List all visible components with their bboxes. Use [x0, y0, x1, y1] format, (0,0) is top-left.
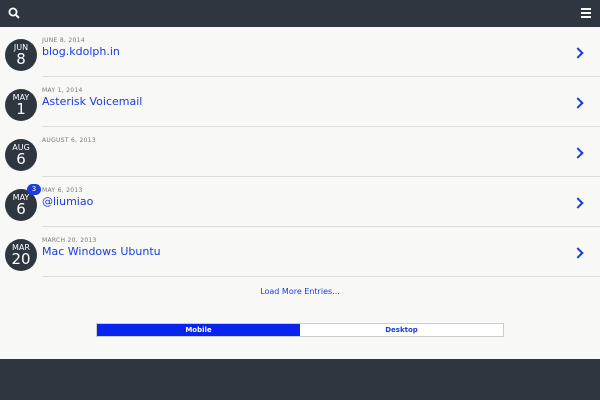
entry-date: MAY 1, 2014 [42, 87, 83, 94]
entry-title-link[interactable]: blog.kdolph.in [42, 45, 120, 58]
date-day: 1 [16, 100, 26, 118]
date-day: 6 [16, 200, 26, 218]
list-item[interactable]: MAR 20 MARCH 20, 2013 Mac Windows Ubuntu [0, 227, 600, 277]
list-item[interactable]: JUN 8 JUNE 8, 2014 blog.kdolph.in [0, 27, 600, 77]
date-day: 8 [16, 50, 26, 68]
divider [42, 276, 600, 277]
date-badge: JUN 8 [5, 39, 37, 71]
search-icon[interactable] [8, 7, 20, 19]
chevron-right-icon[interactable] [572, 97, 584, 109]
entry-title-link[interactable]: Asterisk Voicemail [42, 95, 142, 108]
chevron-right-icon[interactable] [572, 47, 584, 59]
date-day: 6 [16, 150, 26, 168]
entry-date: AUGUST 6, 2013 [42, 137, 97, 144]
list-item[interactable]: AUG 6 AUGUST 6, 2013 [0, 127, 600, 177]
load-more-link[interactable]: Load More Entries... [0, 287, 600, 296]
date-day: 20 [11, 250, 31, 268]
entry-date: JUNE 8, 2014 [42, 37, 85, 44]
list-item[interactable]: MAY 1 MAY 1, 2014 Asterisk Voicemail [0, 77, 600, 127]
entry-date: MAY 6, 2013 [42, 187, 83, 194]
view-switcher: Mobile Desktop [96, 323, 504, 337]
date-badge: MAR 20 [5, 239, 37, 271]
hamburger-menu-icon[interactable] [581, 8, 591, 18]
entry-title-link[interactable]: @liumiao [42, 195, 93, 208]
list-item[interactable]: MAY 6 3 MAY 6, 2013 @liumiao [0, 177, 600, 227]
desktop-view-button[interactable]: Desktop [300, 324, 503, 336]
entry-date: MARCH 20, 2013 [42, 237, 97, 244]
mobile-view-button[interactable]: Mobile [97, 324, 300, 336]
top-bar [0, 0, 600, 27]
entry-title-link[interactable]: Mac Windows Ubuntu [42, 245, 161, 258]
date-badge: AUG 6 [5, 139, 37, 171]
date-badge: MAY 1 [5, 89, 37, 121]
comment-count-badge: 3 [27, 184, 41, 195]
chevron-right-icon[interactable] [572, 197, 584, 209]
date-badge: MAY 6 3 [5, 184, 41, 221]
chevron-right-icon[interactable] [572, 247, 584, 259]
chevron-right-icon[interactable] [572, 147, 584, 159]
footer [0, 359, 600, 400]
